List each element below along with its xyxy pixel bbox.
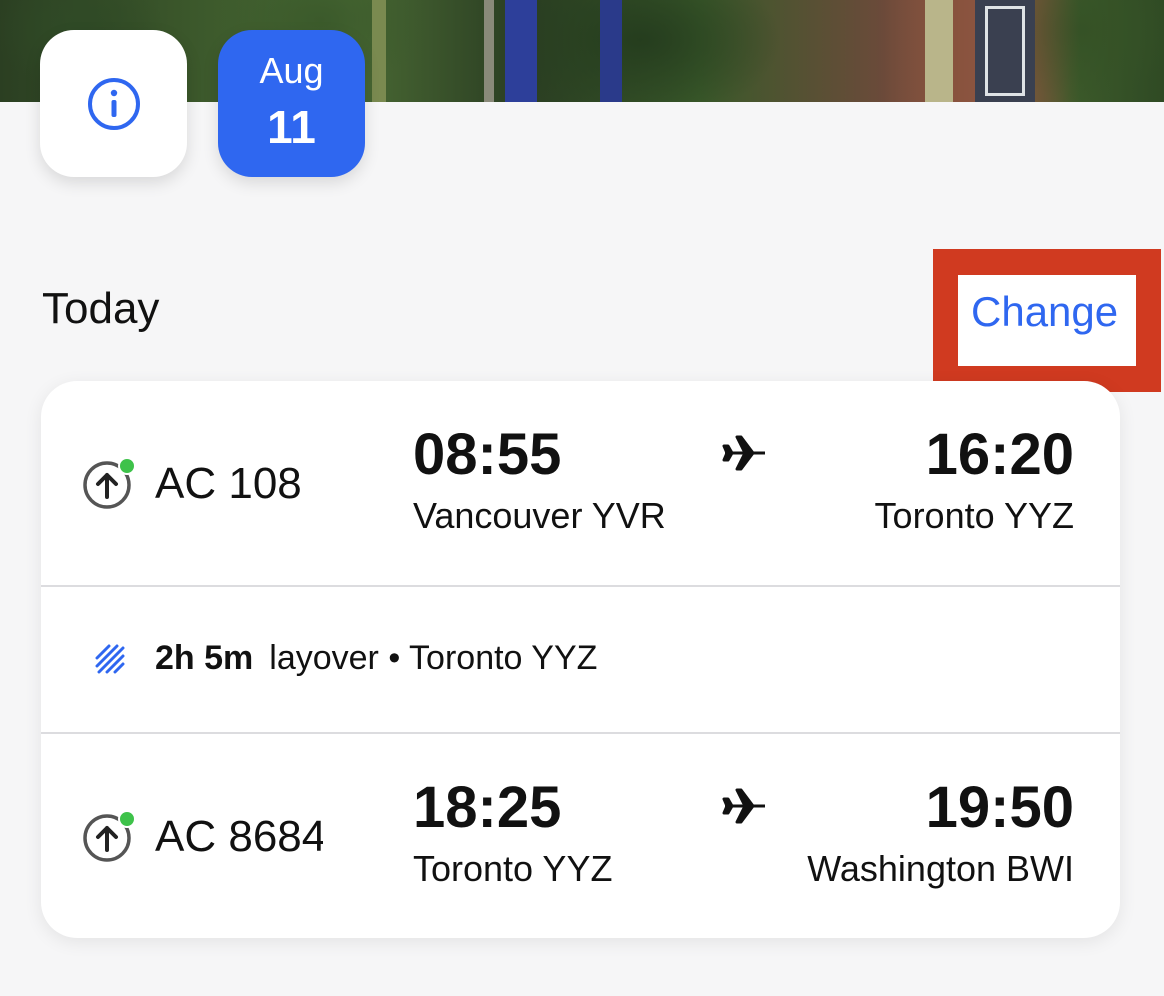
arrival-city: Washington BWI	[807, 848, 1074, 889]
departure-time: 08:55	[413, 422, 562, 487]
info-icon	[87, 77, 140, 130]
arrival-city: Toronto YYZ	[874, 495, 1074, 536]
layover-text: layover • Toronto YYZ	[269, 639, 598, 677]
date-selector-chip[interactable]: Aug 11	[218, 30, 365, 177]
departure-city: Vancouver YVR	[413, 495, 666, 536]
departure-status-icon	[83, 457, 136, 509]
flight-row[interactable]: AC 8684 18:25 Toronto YYZ 19:50 Washingt…	[41, 734, 1120, 938]
plane-icon	[722, 435, 765, 471]
layover-duration: 2h 5m	[155, 639, 254, 677]
plane-icon	[722, 788, 765, 824]
departure-time: 18:25	[413, 775, 562, 840]
departure-status-icon	[83, 810, 136, 862]
layover-hatch-icon	[95, 644, 125, 673]
arrival-time: 19:50	[925, 775, 1074, 840]
flight-row[interactable]: AC 108 08:55 Vancouver YVR 16:20 Toronto…	[41, 381, 1120, 585]
itinerary-card[interactable]: AC 108 08:55 Vancouver YVR 16:20 Toronto…	[41, 381, 1120, 938]
date-chip-day: 11	[267, 101, 316, 153]
layover-row: 2h 5m layover • Toronto YYZ	[95, 639, 597, 678]
section-title: Today	[42, 284, 160, 333]
departure-city: Toronto YYZ	[413, 848, 613, 889]
arrival-time: 16:20	[925, 422, 1074, 487]
date-chip-month: Aug	[259, 50, 324, 91]
info-button[interactable]	[40, 30, 187, 177]
flight-number: AC 108	[155, 459, 302, 508]
divider	[41, 585, 1120, 587]
change-button[interactable]: Change	[971, 288, 1118, 336]
flight-number: AC 8684	[155, 812, 323, 861]
